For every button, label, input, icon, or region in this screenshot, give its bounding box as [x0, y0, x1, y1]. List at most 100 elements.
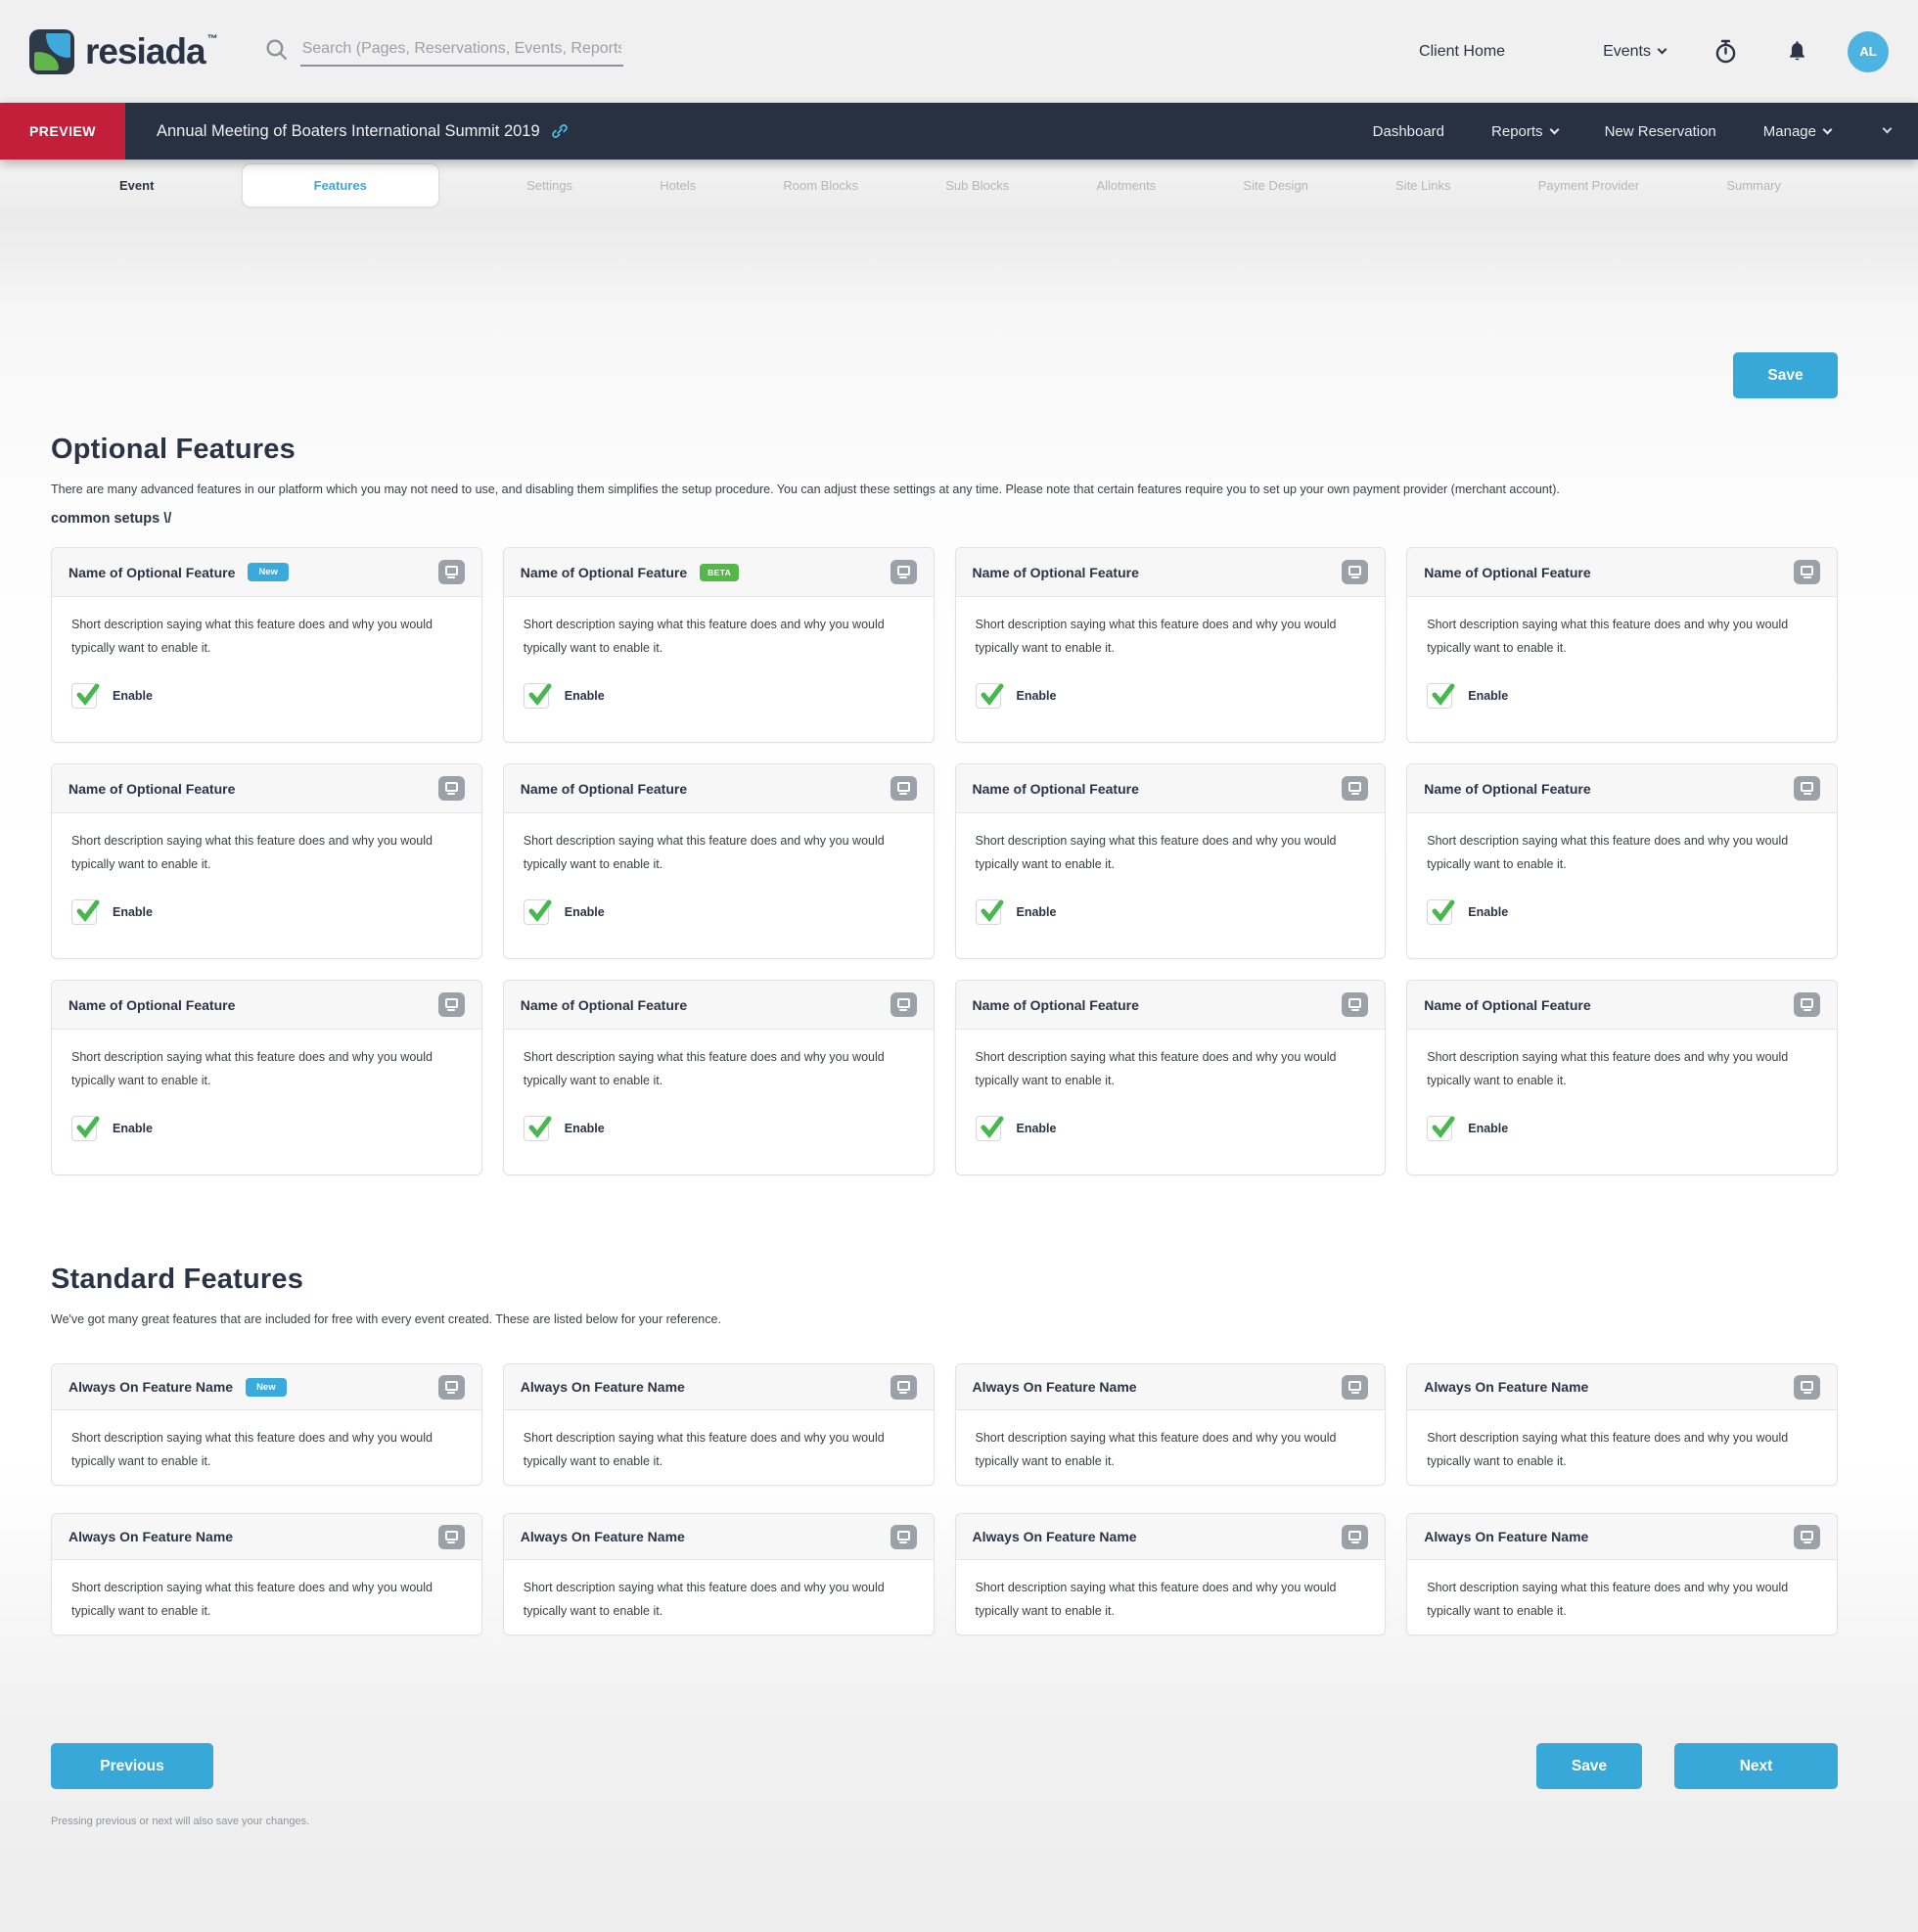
tab-features[interactable]: Features [242, 163, 439, 207]
monitor-icon[interactable] [1342, 1375, 1368, 1400]
optional-feature-card: Name of Optional FeatureShort descriptio… [503, 763, 935, 959]
monitor-icon[interactable] [1794, 1375, 1820, 1400]
new-badge: New [246, 1378, 287, 1397]
optional-feature-card: Name of Optional FeatureShort descriptio… [51, 763, 482, 959]
monitor-icon[interactable] [890, 1375, 917, 1400]
tab-hotels[interactable]: Hotels [660, 178, 696, 193]
event-nav-new-reservation[interactable]: New Reservation [1605, 123, 1716, 140]
monitor-icon[interactable] [890, 560, 917, 584]
card-body: Short description saying what this featu… [1407, 813, 1837, 925]
enable-checkbox[interactable] [524, 683, 549, 709]
enable-checkbox[interactable] [1427, 899, 1452, 925]
enable-row: Enable [1427, 683, 1817, 709]
card-header: Name of Optional Feature [956, 981, 1386, 1030]
monitor-icon[interactable] [1342, 560, 1368, 584]
tab-summary[interactable]: Summary [1726, 178, 1781, 193]
optional-feature-card: Name of Optional FeatureBETAShort descri… [503, 547, 935, 743]
page-content: Save Optional Features There are many ad… [0, 210, 1918, 1932]
enable-checkbox[interactable] [976, 899, 1001, 925]
enable-checkbox[interactable] [524, 1116, 549, 1141]
preview-button[interactable]: PREVIEW [0, 103, 125, 160]
monitor-icon[interactable] [1794, 560, 1820, 584]
tab-room-blocks[interactable]: Room Blocks [783, 178, 858, 193]
notifications-bell-icon[interactable] [1786, 39, 1808, 64]
enable-checkbox[interactable] [524, 899, 549, 925]
event-nav-reports[interactable]: Reports [1491, 123, 1558, 140]
enable-checkbox[interactable] [976, 683, 1001, 709]
event-bar-chevron-down-icon[interactable] [1876, 122, 1891, 140]
resiada-logo[interactable]: resiada™ [29, 29, 217, 74]
enable-checkbox[interactable] [71, 1116, 97, 1141]
card-title: Always On Feature Name [521, 1529, 685, 1544]
monitor-icon[interactable] [438, 992, 465, 1017]
events-menu[interactable]: Events [1603, 43, 1666, 61]
tab-site-links[interactable]: Site Links [1395, 178, 1450, 193]
check-icon [526, 897, 554, 924]
monitor-icon[interactable] [438, 776, 465, 801]
tab-sub-blocks[interactable]: Sub Blocks [945, 178, 1009, 193]
user-avatar[interactable]: AL [1848, 31, 1889, 72]
monitor-icon[interactable] [1794, 992, 1820, 1017]
enable-checkbox[interactable] [1427, 1116, 1452, 1141]
client-home-link[interactable]: Client Home [1419, 43, 1505, 61]
tab-payment-provider[interactable]: Payment Provider [1538, 178, 1639, 193]
monitor-icon[interactable] [1342, 992, 1368, 1017]
tab-site-design[interactable]: Site Design [1243, 178, 1307, 193]
previous-button[interactable]: Previous [51, 1743, 213, 1789]
card-body: Short description saying what this featu… [52, 813, 481, 925]
monitor-icon[interactable] [1342, 1525, 1368, 1549]
optional-feature-card: Name of Optional FeatureShort descriptio… [955, 763, 1387, 959]
card-body: Short description saying what this featu… [504, 597, 934, 709]
enable-label: Enable [1017, 1122, 1057, 1135]
monitor-icon[interactable] [438, 1525, 465, 1549]
card-body: Short description saying what this featu… [956, 1560, 1386, 1624]
monitor-icon[interactable] [890, 992, 917, 1017]
beta-badge: BETA [700, 564, 739, 581]
save-button-top[interactable]: Save [1733, 352, 1838, 398]
monitor-icon[interactable] [1794, 776, 1820, 801]
new-badge: New [248, 563, 289, 581]
card-header: Always On Feature Name [956, 1514, 1386, 1560]
enable-label: Enable [113, 905, 153, 919]
footer-actions: Previous Save Next [51, 1743, 1838, 1789]
check-icon [1430, 897, 1457, 924]
monitor-icon[interactable] [438, 1375, 465, 1400]
tab-bar: Event Features Settings Hotels Room Blocks Su… [0, 160, 1918, 210]
enable-row: Enable [1427, 1116, 1817, 1141]
search-input[interactable] [300, 36, 623, 67]
save-button-bottom[interactable]: Save [1536, 1743, 1642, 1789]
optional-features-title: Optional Features [51, 434, 1838, 466]
monitor-icon[interactable] [438, 560, 465, 584]
enable-checkbox[interactable] [976, 1116, 1001, 1141]
event-link-icon[interactable] [551, 122, 569, 140]
card-header: Name of Optional Feature [1407, 764, 1837, 813]
monitor-icon[interactable] [1794, 1525, 1820, 1549]
tab-event[interactable]: Event [119, 178, 154, 193]
monitor-icon[interactable] [890, 1525, 917, 1549]
optional-features-description: There are many advanced features in our … [51, 483, 1838, 496]
enable-checkbox[interactable] [1427, 683, 1452, 709]
card-body: Short description saying what this featu… [504, 1410, 934, 1474]
card-header: Always On Feature Name [52, 1514, 481, 1560]
card-header: Always On Feature Name [956, 1364, 1386, 1410]
check-icon [526, 680, 554, 708]
standard-feature-card: Always On Feature NameNewShort descripti… [51, 1363, 482, 1486]
footer-note: Pressing previous or next will also save… [51, 1816, 1838, 1847]
card-title: Name of Optional Feature [973, 997, 1139, 1013]
monitor-icon[interactable] [890, 776, 917, 801]
optional-feature-card: Name of Optional FeatureShort descriptio… [51, 980, 482, 1175]
card-body: Short description saying what this featu… [1407, 1410, 1837, 1474]
chevron-down-icon [1658, 44, 1667, 54]
tab-allotments[interactable]: Allotments [1096, 178, 1156, 193]
event-nav-dashboard[interactable]: Dashboard [1373, 123, 1444, 140]
tab-settings[interactable]: Settings [526, 178, 572, 193]
timer-icon[interactable] [1714, 39, 1737, 64]
enable-checkbox[interactable] [71, 683, 97, 709]
common-setups-toggle[interactable]: common setups \/ [51, 511, 1838, 527]
next-button[interactable]: Next [1674, 1743, 1838, 1789]
card-header: Name of Optional Feature [52, 981, 481, 1030]
card-description: Short description saying what this featu… [524, 829, 888, 877]
event-nav-manage[interactable]: Manage [1763, 123, 1831, 140]
enable-checkbox[interactable] [71, 899, 97, 925]
monitor-icon[interactable] [1342, 776, 1368, 801]
